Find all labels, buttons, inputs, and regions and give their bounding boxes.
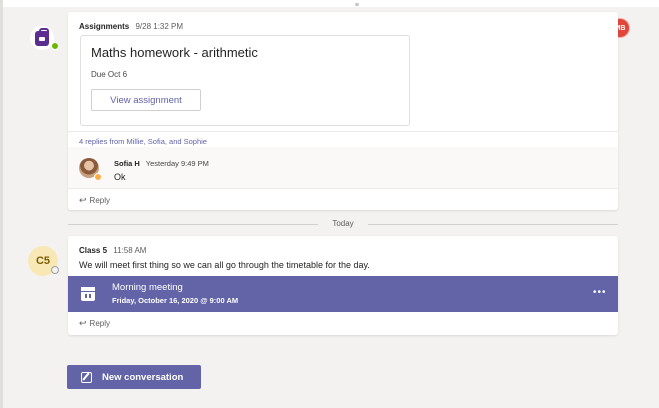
new-conversation-label: New conversation bbox=[102, 371, 184, 383]
post-author: Class 5 bbox=[79, 246, 108, 255]
divider bbox=[68, 131, 618, 132]
backpack-icon bbox=[35, 27, 49, 46]
reply-arrow-icon: ↩ bbox=[79, 195, 87, 205]
more-options-icon[interactable]: ••• bbox=[593, 287, 607, 298]
separator-line bbox=[368, 224, 618, 225]
post-timestamp: 9/28 1:32 PM bbox=[135, 22, 184, 31]
post-author: Assignments bbox=[79, 22, 130, 31]
meeting-card[interactable]: Morning meeting Friday, October 16, 2020… bbox=[68, 276, 618, 312]
reply-text: Ok bbox=[114, 172, 126, 182]
reply-author: Sofia H bbox=[114, 159, 140, 168]
assignment-post: Assignments 9/28 1:32 PM Maths homework … bbox=[68, 12, 618, 210]
meeting-time: Friday, October 16, 2020 @ 9:00 AM bbox=[112, 296, 239, 305]
assignment-card[interactable]: Maths homework - arithmetic Due Oct 6 Vi… bbox=[80, 35, 410, 126]
post-header: Class 5 11:58 AM bbox=[79, 246, 146, 255]
reply-button[interactable]: ↩ Reply bbox=[79, 318, 110, 329]
presence-offline-icon bbox=[51, 266, 59, 274]
scroll-indicator bbox=[355, 3, 359, 6]
meeting-title: Morning meeting bbox=[112, 282, 183, 293]
new-conversation-button[interactable]: New conversation bbox=[67, 365, 201, 389]
compose-icon bbox=[81, 371, 92, 383]
presence-away-icon bbox=[94, 173, 102, 181]
post-timestamp: 11:58 AM bbox=[113, 246, 147, 255]
reply-arrow-icon: ↩ bbox=[79, 318, 87, 328]
reply-button[interactable]: ↩ Reply bbox=[79, 195, 110, 206]
calendar-icon bbox=[81, 287, 95, 301]
post-header: Assignments 9/28 1:32 PM bbox=[79, 22, 183, 31]
reply-item: Sofia H Yesterday 9:49 PM Ok bbox=[68, 147, 618, 188]
top-bar bbox=[0, 0, 659, 7]
left-rail-edge bbox=[0, 0, 3, 408]
assignment-title: Maths homework - arithmetic bbox=[91, 45, 258, 60]
assignment-due-date: Due Oct 6 bbox=[91, 70, 128, 79]
presence-available-icon bbox=[51, 42, 59, 50]
class-post: Class 5 11:58 AM We will meet first thin… bbox=[68, 236, 618, 335]
divider bbox=[68, 188, 618, 189]
separator-line bbox=[68, 224, 318, 225]
post-text: We will meet first thing so we can all g… bbox=[79, 260, 370, 270]
date-separator: Today bbox=[332, 219, 354, 228]
reply-label: Reply bbox=[89, 196, 110, 205]
reply-label: Reply bbox=[89, 319, 110, 328]
reply-timestamp: Yesterday 9:49 PM bbox=[145, 159, 209, 168]
view-assignment-button[interactable]: View assignment bbox=[91, 89, 201, 111]
reply-header: Sofia H Yesterday 9:49 PM bbox=[114, 159, 209, 168]
replies-summary-link[interactable]: 4 replies from Millie, Sofia, and Sophie bbox=[79, 137, 207, 146]
